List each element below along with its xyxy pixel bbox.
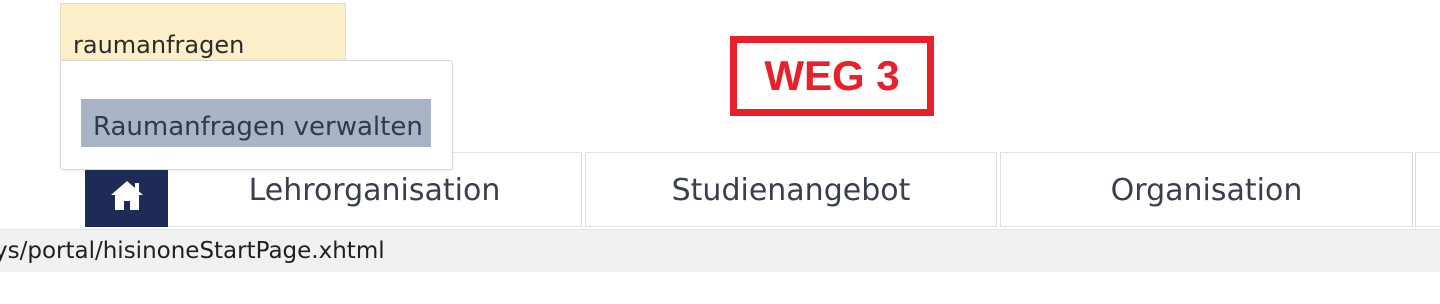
nav-tab-studienangebot[interactable]: Studienangebot [585,152,997,227]
annotation-label: WEG 3 [730,36,934,116]
browser-status-bar: ys/portal/hisinoneStartPage.xhtml [0,229,1440,272]
page: raumanfragen Raumanfragen verwalten WEG … [0,0,1440,304]
nav-tab-organisation[interactable]: Organisation [1000,152,1413,227]
home-icon [110,180,143,210]
search-input[interactable]: raumanfragen [60,3,346,63]
suggestion-raumanfragen-verwalten[interactable]: Raumanfragen verwalten [81,99,431,147]
autocomplete-dropdown: Raumanfragen verwalten [60,60,453,170]
nav-tab-next[interactable] [1415,152,1440,227]
status-url: ys/portal/hisinoneStartPage.xhtml [0,238,385,264]
home-button[interactable] [85,164,168,227]
